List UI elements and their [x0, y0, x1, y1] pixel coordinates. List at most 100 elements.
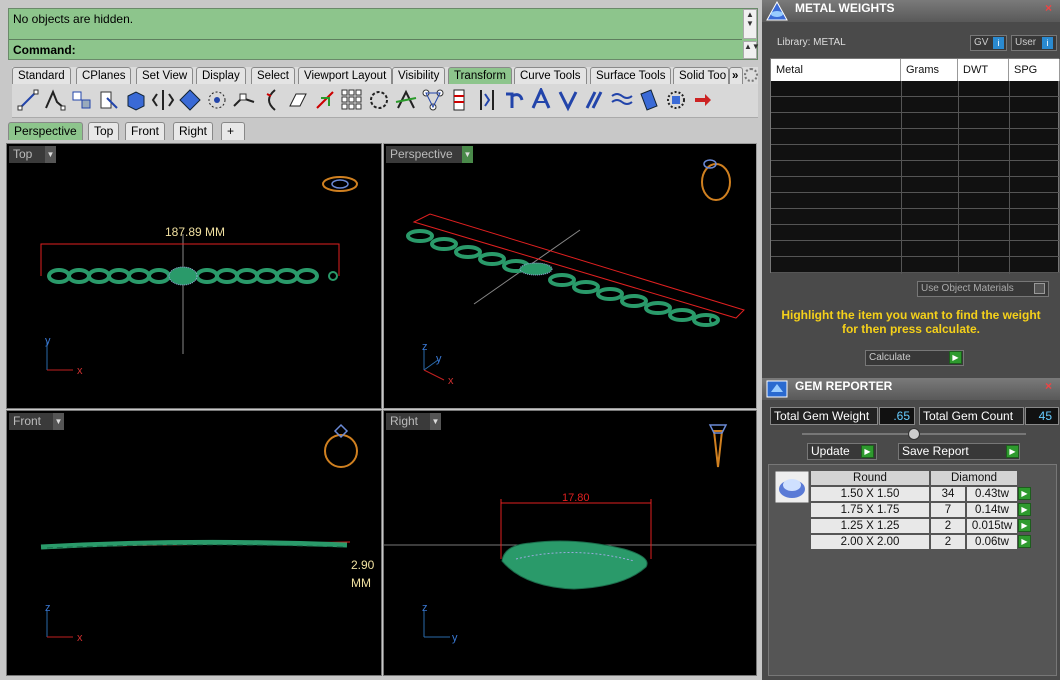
tab-transform[interactable]: Transform [448, 67, 512, 84]
gem-row-select-icon[interactable]: ▶ [1018, 535, 1031, 548]
gem-row-select-icon[interactable]: ▶ [1018, 503, 1031, 516]
next-toolbar-arrow-icon[interactable] [691, 88, 715, 112]
table-row[interactable] [771, 225, 1060, 241]
viewport-front-title[interactable]: Front [9, 413, 53, 430]
flow-icon[interactable] [232, 88, 256, 112]
gem-row-select-icon[interactable]: ▶ [1018, 487, 1031, 500]
right-ring-thumbnail-icon [708, 424, 728, 468]
viewport-front[interactable]: 2.90 MM z x Front ▼ [6, 410, 382, 676]
command-prompt[interactable]: Command: [13, 43, 76, 57]
toolbar-tab-row: Standard CPlanes Set View Display Select… [12, 67, 758, 84]
tab-surface-tools[interactable]: Surface Tools [590, 67, 672, 84]
distribute-icon[interactable] [448, 88, 472, 112]
taper-icon[interactable] [313, 88, 337, 112]
table-row[interactable] [771, 209, 1060, 225]
tab-standard[interactable]: Standard [12, 67, 71, 84]
viewport-right[interactable]: 17.80 z y Right ▼ [383, 410, 757, 676]
tab-viewport-layout[interactable]: Viewport Layout [298, 67, 393, 84]
user-info-icon[interactable]: i [1042, 37, 1053, 49]
viewport-top[interactable]: 187.89 MM y x Top ▼ [6, 143, 382, 409]
viewport-top-menu-icon[interactable]: ▼ [45, 146, 56, 163]
shear-icon[interactable] [394, 88, 418, 112]
gem-row-weight: 0.14tw [966, 502, 1018, 518]
viewport-right-menu-icon[interactable]: ▼ [430, 413, 441, 430]
column-dwt[interactable]: DWT [958, 59, 1009, 81]
grid-array-icon[interactable] [340, 88, 364, 112]
table-row[interactable] [771, 145, 1060, 161]
stretch-icon[interactable] [502, 88, 526, 112]
dot-array-icon[interactable] [367, 88, 391, 112]
add-viewport-tab[interactable]: + [221, 122, 245, 140]
save-report-go-icon[interactable]: ▶ [1006, 445, 1019, 458]
settings-gear-icon[interactable] [744, 68, 758, 82]
top-dimension-label: 187.89 MM [165, 225, 225, 239]
gem-slider-handle[interactable] [908, 428, 920, 440]
more-tabs-button[interactable]: » [729, 67, 743, 84]
metal-weights-table[interactable]: Metal Grams DWT SPG [770, 58, 1060, 274]
table-row[interactable] [771, 81, 1060, 97]
move-icon[interactable] [16, 88, 40, 112]
viewport-perspective[interactable]: z y x Perspective ▼ [383, 143, 757, 409]
orient-icon[interactable] [178, 88, 202, 112]
table-row[interactable] [771, 177, 1060, 193]
flow-surface-icon[interactable] [610, 88, 634, 112]
table-row[interactable] [771, 257, 1060, 273]
maelstrom-icon[interactable] [664, 88, 688, 112]
tab-display[interactable]: Display [196, 67, 246, 84]
splop-icon[interactable] [637, 88, 661, 112]
tab-cplanes[interactable]: CPlanes [76, 67, 132, 84]
rotate-icon[interactable] [70, 88, 94, 112]
update-label: Update [811, 444, 850, 458]
gem-row-select-icon[interactable]: ▶ [1018, 519, 1031, 532]
tab-curve-tools[interactable]: Curve Tools [514, 67, 587, 84]
metal-weights-close-icon[interactable]: × [1045, 2, 1056, 14]
viewport-tab-perspective[interactable]: Perspective [8, 122, 83, 140]
cage-edit-icon[interactable] [583, 88, 607, 112]
gv-info-icon[interactable]: i [993, 37, 1004, 49]
column-grams[interactable]: Grams [901, 59, 958, 81]
tab-visibility[interactable]: Visibility [392, 67, 446, 84]
table-row[interactable] [771, 241, 1060, 257]
tab-solid-tools[interactable]: Solid Too [673, 67, 729, 84]
save-report-button[interactable]: Save Report [898, 443, 1020, 460]
set-points-icon[interactable] [475, 88, 499, 112]
table-row[interactable] [771, 161, 1060, 177]
front-view-canvas: 2.90 MM z x [40, 423, 375, 644]
ring-thumbnail-icon [322, 176, 358, 192]
array-icon[interactable] [151, 88, 175, 112]
viewport-perspective-menu-icon[interactable]: ▼ [462, 146, 473, 163]
table-row[interactable] [771, 193, 1060, 209]
viewport-right-title[interactable]: Right [386, 413, 430, 430]
table-row[interactable] [771, 113, 1060, 129]
gem-reporter-close-icon[interactable]: × [1045, 380, 1056, 392]
scale-icon[interactable] [97, 88, 121, 112]
top-axis-x-label: x [77, 365, 83, 377]
table-row[interactable] [771, 97, 1060, 113]
bend-icon[interactable] [286, 88, 310, 112]
twist-icon[interactable] [259, 88, 283, 112]
use-object-materials-checkbox[interactable]: Use Object Materials [917, 281, 1049, 297]
column-spg[interactable]: SPG [1009, 59, 1060, 81]
command-scrollbar[interactable]: ▲▼ [743, 41, 760, 59]
table-row[interactable] [771, 129, 1060, 145]
tab-select[interactable]: Select [251, 67, 295, 84]
viewport-tab-front[interactable]: Front [125, 122, 166, 140]
align-icon[interactable] [421, 88, 445, 112]
history-scrollbar[interactable]: ▲ ▼ [743, 9, 757, 39]
copy-icon[interactable] [43, 88, 67, 112]
viewport-tab-right[interactable]: Right [173, 122, 214, 140]
soft-move-icon[interactable] [556, 88, 580, 112]
viewport-top-title[interactable]: Top [9, 146, 45, 163]
viewport-tab-top[interactable]: Top [88, 122, 120, 140]
polar-array-icon[interactable] [205, 88, 229, 112]
viewport-perspective-title[interactable]: Perspective [386, 146, 462, 163]
use-object-materials-check-icon[interactable] [1034, 283, 1045, 294]
smooth-icon[interactable] [529, 88, 553, 112]
metal-weights-header: METAL WEIGHTS × [762, 0, 1060, 22]
viewport-front-menu-icon[interactable]: ▼ [53, 413, 64, 430]
mirror-icon[interactable] [124, 88, 148, 112]
calculate-go-icon[interactable]: ▶ [949, 351, 962, 364]
tab-set-view[interactable]: Set View [136, 67, 194, 84]
update-go-icon[interactable]: ▶ [861, 445, 874, 458]
column-metal[interactable]: Metal [771, 59, 901, 81]
